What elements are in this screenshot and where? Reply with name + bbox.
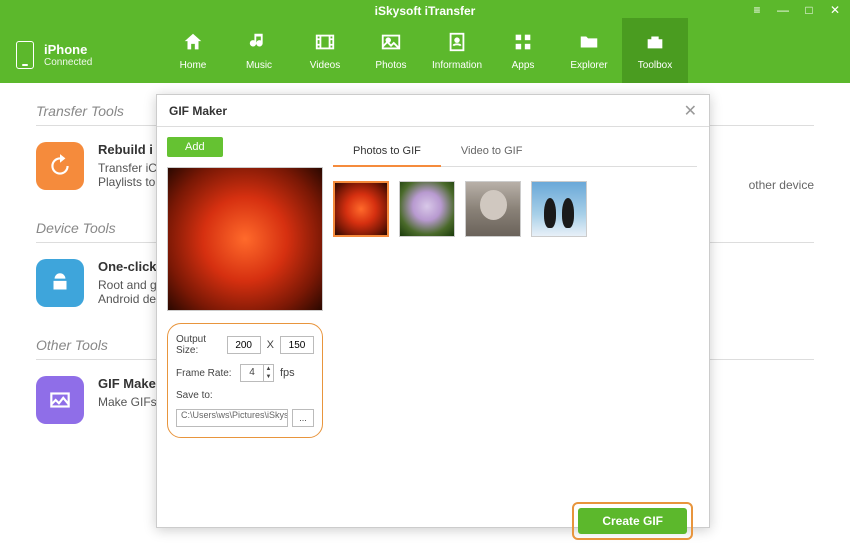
tab-photos-to-gif[interactable]: Photos to GIF	[333, 137, 441, 167]
fps-label: fps	[280, 367, 295, 379]
nav-label: Photos	[375, 60, 406, 71]
save-path-input[interactable]: C:\Users\ws\Pictures\iSkysoft iTr...	[176, 409, 288, 427]
nav-information[interactable]: Information	[424, 18, 490, 83]
app-title: iSkysoft iTransfer	[375, 4, 476, 18]
preview-image	[167, 167, 323, 311]
apps-icon	[511, 30, 535, 54]
thumb-koala[interactable]	[465, 181, 521, 237]
device-status: Connected	[44, 57, 92, 68]
video-icon	[313, 30, 337, 54]
browse-button[interactable]: ...	[292, 409, 314, 427]
thumb-flower[interactable]	[333, 181, 389, 237]
tool-desc: Playlists to	[98, 175, 157, 189]
tool-desc: Make GIFs	[98, 395, 157, 409]
dialog-title: GIF Maker	[169, 104, 227, 118]
x-label: X	[267, 339, 274, 351]
rebuild-icon	[36, 142, 84, 190]
tool-desc: Root and g	[98, 278, 157, 292]
phone-icon	[16, 41, 34, 69]
hint-text: other device	[749, 178, 814, 192]
dialog-close-icon[interactable]: ✕	[684, 101, 697, 121]
thumb-hydrangea[interactable]	[399, 181, 455, 237]
tool-name: Rebuild i	[98, 142, 157, 157]
output-size-label: Output Size:	[176, 334, 221, 356]
spinner-up-icon[interactable]: ▲	[264, 365, 273, 373]
create-gif-highlight: Create GIF	[572, 502, 693, 540]
nav-label: Apps	[512, 60, 535, 71]
maximize-icon[interactable]: □	[802, 3, 816, 17]
nav-toolbox[interactable]: Toolbox	[622, 18, 688, 83]
close-icon[interactable]: ✕	[828, 3, 842, 17]
thumb-penguins[interactable]	[531, 181, 587, 237]
menu-icon[interactable]: ≡	[750, 3, 764, 17]
tool-name: GIF Make	[98, 376, 157, 391]
tool-desc: Transfer iC	[98, 161, 157, 175]
nav-home[interactable]: Home	[160, 18, 226, 83]
create-gif-button[interactable]: Create GIF	[578, 508, 687, 534]
toolbox-icon	[643, 30, 667, 54]
gif-icon	[36, 376, 84, 424]
nav-explorer[interactable]: Explorer	[556, 18, 622, 83]
nav-label: Music	[246, 60, 272, 71]
nav-label: Information	[432, 60, 482, 71]
tool-desc: Android de	[98, 292, 157, 306]
nav-label: Toolbox	[638, 60, 672, 71]
device-name: iPhone	[44, 42, 92, 57]
nav-label: Videos	[310, 60, 340, 71]
folder-icon	[577, 30, 601, 54]
nav-photos[interactable]: Photos	[358, 18, 424, 83]
tool-name: One-click	[98, 259, 157, 274]
nav-music[interactable]: Music	[226, 18, 292, 83]
nav-apps[interactable]: Apps	[490, 18, 556, 83]
frame-rate-value: 4	[241, 365, 263, 381]
width-input[interactable]	[227, 336, 261, 354]
contacts-icon	[445, 30, 469, 54]
android-icon	[36, 259, 84, 307]
frame-rate-label: Frame Rate:	[176, 368, 234, 379]
save-to-label: Save to:	[176, 390, 234, 401]
nav-label: Explorer	[570, 60, 607, 71]
home-icon	[181, 30, 205, 54]
settings-panel: Output Size: X Frame Rate: 4 ▲▼ fps Save…	[167, 323, 323, 438]
spinner-down-icon[interactable]: ▼	[264, 373, 273, 381]
height-input[interactable]	[280, 336, 314, 354]
music-icon	[247, 30, 271, 54]
add-button[interactable]: Add	[167, 137, 223, 157]
frame-rate-spinner[interactable]: 4 ▲▼	[240, 364, 274, 382]
gif-maker-dialog: GIF Maker ✕ Add Output Size: X Frame Rat…	[156, 94, 710, 528]
photo-icon	[379, 30, 403, 54]
nav-label: Home	[180, 60, 207, 71]
tab-video-to-gif[interactable]: Video to GIF	[441, 137, 543, 166]
nav-videos[interactable]: Videos	[292, 18, 358, 83]
minimize-icon[interactable]: —	[776, 3, 790, 17]
